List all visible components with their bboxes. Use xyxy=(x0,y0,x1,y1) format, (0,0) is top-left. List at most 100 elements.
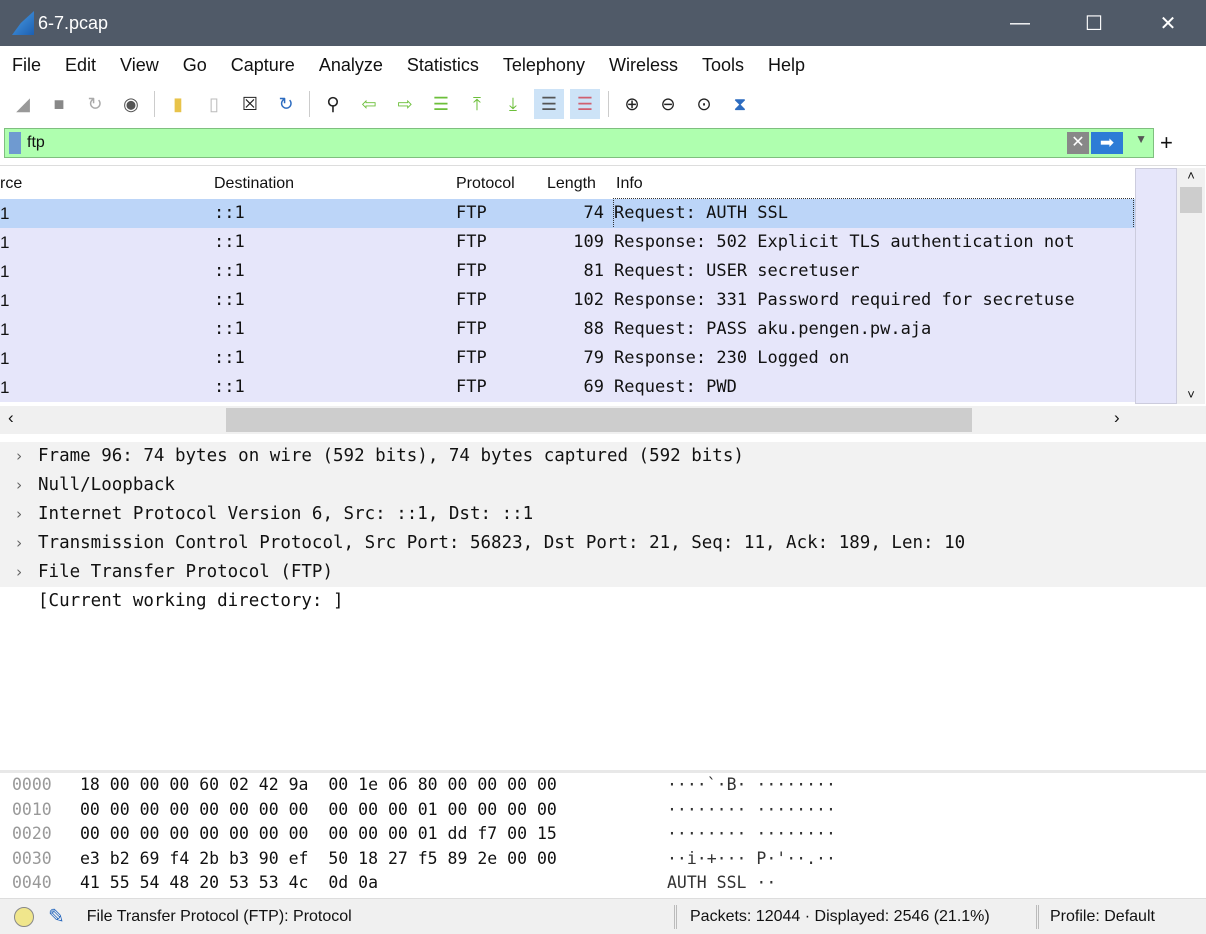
go-forward-icon[interactable]: ⇨ xyxy=(390,89,420,119)
scroll-down-icon[interactable]: ˅ xyxy=(1177,387,1205,402)
menu-help[interactable]: Help xyxy=(768,55,805,76)
column-destination[interactable]: Destination xyxy=(214,175,294,193)
detail-row[interactable]: › File Transfer Protocol (FTP) xyxy=(0,558,1206,587)
menu-tools[interactable]: Tools xyxy=(702,55,744,76)
display-filter-input[interactable]: ftp ✕ ➡ ▼ xyxy=(4,128,1154,158)
menu-analyze[interactable]: Analyze xyxy=(319,55,383,76)
bytes-offset[interactable]: 0040 xyxy=(12,871,52,896)
start-capture-icon[interactable]: ◢ xyxy=(8,89,38,119)
bytes-ascii[interactable]: ········ ········ xyxy=(667,822,836,847)
resize-columns-icon[interactable]: ⧗ xyxy=(725,89,755,119)
go-first-packet-icon[interactable]: ⤒ xyxy=(462,89,492,119)
clear-filter-icon[interactable]: ✕ xyxy=(1067,132,1089,154)
close-button[interactable]: ✕ xyxy=(1132,0,1204,46)
expert-info-icon[interactable] xyxy=(14,906,34,927)
restart-capture-icon[interactable]: ↻ xyxy=(80,89,110,119)
expand-arrow-icon[interactable]: › xyxy=(0,471,38,500)
colorize-icon[interactable]: ☰ xyxy=(570,89,600,119)
column-length[interactable]: Length xyxy=(547,175,596,193)
zoom-reset-icon[interactable]: ⊙ xyxy=(689,89,719,119)
stop-capture-icon[interactable]: ■ xyxy=(44,89,74,119)
status-profile[interactable]: Profile: Default xyxy=(1050,908,1155,926)
packet-list-vertical-scrollbar[interactable]: ˄ ˅ xyxy=(1177,168,1205,404)
cell-destination: ::1 xyxy=(214,348,245,368)
minimize-button[interactable]: — xyxy=(984,0,1056,46)
menu-telephony[interactable]: Telephony xyxy=(503,55,585,76)
find-packet-icon[interactable]: ⚲ xyxy=(318,89,348,119)
zoom-in-icon[interactable]: ⊕ xyxy=(617,89,647,119)
packet-list: rce Destination Protocol Length Info 1::… xyxy=(0,165,1206,435)
open-file-icon[interactable]: ▮ xyxy=(163,89,193,119)
menu-file[interactable]: File xyxy=(12,55,41,76)
bytes-offset[interactable]: 0020 xyxy=(12,822,52,847)
go-back-icon[interactable]: ⇦ xyxy=(354,89,384,119)
apply-filter-icon[interactable]: ➡ xyxy=(1091,132,1123,154)
toolbar-separator xyxy=(154,91,155,117)
bytes-hex[interactable]: 41 55 54 48 20 53 53 4c 0d 0a xyxy=(80,871,378,896)
bytes-hex[interactable]: 00 00 00 00 00 00 00 00 00 00 00 01 dd f… xyxy=(80,822,557,847)
capture-options-icon[interactable]: ◉ xyxy=(116,89,146,119)
bytes-hex[interactable]: 18 00 00 00 60 02 42 9a 00 1e 06 80 00 0… xyxy=(80,773,557,798)
go-to-packet-icon[interactable]: ☰ xyxy=(426,89,456,119)
scroll-thumb[interactable] xyxy=(1180,187,1202,213)
maximize-button[interactable]: ☐ xyxy=(1058,0,1130,46)
reload-file-icon[interactable]: ↻ xyxy=(271,89,301,119)
packet-row[interactable]: 1::1 FTP 69 Request: PWD xyxy=(0,373,1135,402)
expand-arrow-icon[interactable]: › xyxy=(0,529,38,558)
auto-scroll-icon[interactable]: ☰ xyxy=(534,89,564,119)
bookmark-icon[interactable] xyxy=(9,132,21,154)
menu-go[interactable]: Go xyxy=(183,55,207,76)
packet-row[interactable]: 1::1 FTP 102 Response: 331 Password require… xyxy=(0,286,1135,315)
expand-arrow-icon[interactable]: › xyxy=(0,500,38,529)
packet-row[interactable]: 1::1 FTP 109 Response: 502 Explicit TLS aut… xyxy=(0,228,1135,257)
bytes-offset[interactable]: 0000 xyxy=(12,773,52,798)
menu-statistics[interactable]: Statistics xyxy=(407,55,479,76)
menu-wireless[interactable]: Wireless xyxy=(609,55,678,76)
detail-row[interactable]: › Null/Loopback xyxy=(0,471,1206,500)
packet-row[interactable]: 1::1 FTP 81 Request: USER secretuser xyxy=(0,257,1135,286)
bytes-offset[interactable]: 0010 xyxy=(12,798,52,823)
menu-view[interactable]: View xyxy=(120,55,159,76)
menu-capture[interactable]: Capture xyxy=(231,55,295,76)
detail-row[interactable]: › Frame 96: 74 bytes on wire (592 bits), … xyxy=(0,442,1206,471)
save-file-icon[interactable]: ▯ xyxy=(199,89,229,119)
close-file-icon[interactable]: ☒ xyxy=(235,89,265,119)
go-last-packet-icon[interactable]: ⤓ xyxy=(498,89,528,119)
filter-value[interactable]: ftp xyxy=(27,134,45,152)
filter-history-dropdown-icon[interactable]: ▼ xyxy=(1135,132,1147,146)
packet-list-horizontal-scrollbar[interactable]: ‹ › xyxy=(0,406,1206,434)
add-filter-button[interactable]: + xyxy=(1160,130,1173,156)
bytes-hex[interactable]: e3 b2 69 f4 2b b3 90 ef 50 18 27 f5 89 2… xyxy=(80,847,557,872)
detail-row[interactable]: › Internet Protocol Version 6, Src: ::1, … xyxy=(0,500,1206,529)
cell-info: Response: 230 Logged on xyxy=(614,348,850,368)
bytes-offset[interactable]: 0030 xyxy=(12,847,52,872)
expand-arrow-icon[interactable]: › xyxy=(0,558,38,587)
bytes-ascii[interactable]: ········ ········ xyxy=(667,798,836,823)
column-protocol[interactable]: Protocol xyxy=(456,175,515,193)
zoom-out-icon[interactable]: ⊖ xyxy=(653,89,683,119)
capture-comment-icon[interactable]: ✎ xyxy=(48,904,65,929)
packet-row[interactable]: 1::1 FTP 88 Request: PASS aku.pengen.pw.aja xyxy=(0,315,1135,344)
scroll-up-icon[interactable]: ˄ xyxy=(1177,168,1205,183)
packet-row[interactable]: 1::1 FTP 79 Response: 230 Logged on xyxy=(0,344,1135,373)
cell-protocol: FTP xyxy=(456,319,487,339)
menu-edit[interactable]: Edit xyxy=(65,55,96,76)
cell-protocol: FTP xyxy=(456,232,487,252)
cell-destination: ::1 xyxy=(214,203,245,223)
column-source[interactable]: rce xyxy=(0,175,22,193)
bytes-ascii[interactable]: AUTH SSL ·· xyxy=(667,871,776,896)
cell-destination: ::1 xyxy=(214,232,245,252)
bytes-ascii[interactable]: ··i·+··· P·'··.·· xyxy=(667,847,836,872)
packet-row[interactable]: 1::1 FTP 74 Request: AUTH SSL xyxy=(0,198,1135,229)
detail-row[interactable]: [Current working directory: ] xyxy=(0,587,1206,616)
expand-arrow-icon[interactable] xyxy=(0,587,38,616)
expand-arrow-icon[interactable]: › xyxy=(0,442,38,471)
detail-row[interactable]: › Transmission Control Protocol, Src Port… xyxy=(0,529,1206,558)
wireshark-logo-icon xyxy=(12,11,34,35)
bytes-hex[interactable]: 00 00 00 00 00 00 00 00 00 00 00 01 00 0… xyxy=(80,798,557,823)
scroll-left-icon[interactable]: ‹ xyxy=(8,408,14,428)
scroll-thumb[interactable] xyxy=(226,408,972,432)
scroll-right-icon[interactable]: › xyxy=(1114,408,1120,428)
column-info[interactable]: Info xyxy=(616,175,643,193)
bytes-ascii[interactable]: ····`·B· ········ xyxy=(667,773,836,798)
